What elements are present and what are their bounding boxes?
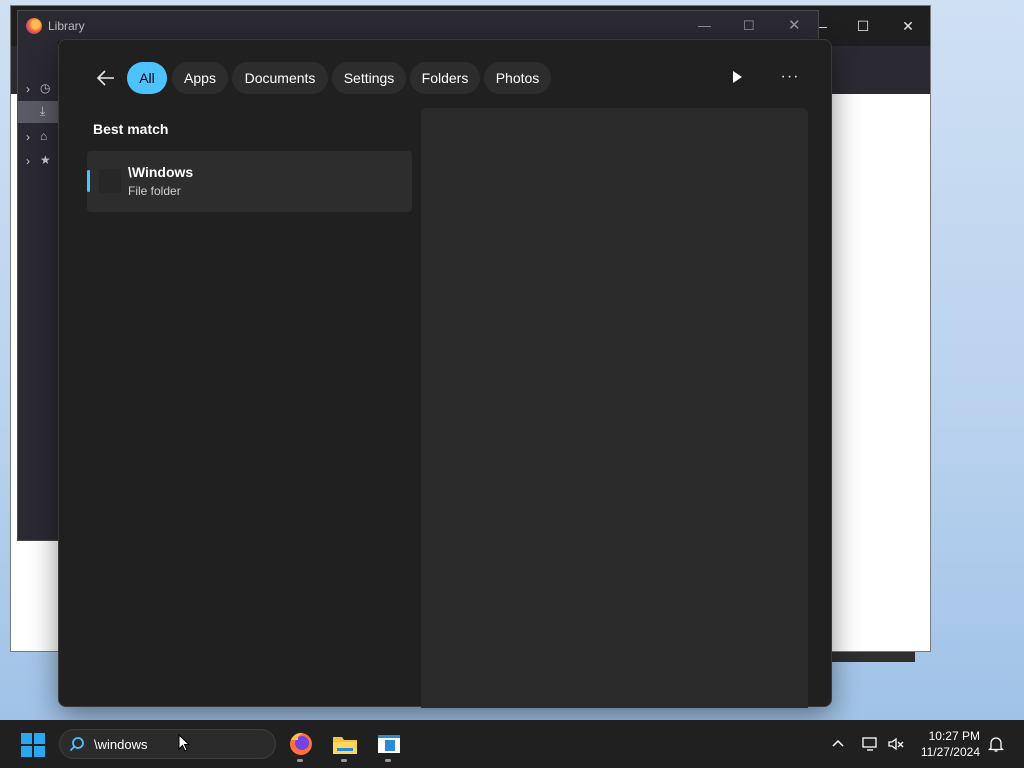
firefox-icon: [26, 18, 42, 34]
tags-icon: ⌂: [40, 129, 48, 143]
chevron-right-icon[interactable]: ›: [26, 130, 30, 144]
folder-icon: [99, 169, 121, 193]
chevron-right-icon[interactable]: ›: [26, 82, 30, 96]
taskbar-search-box[interactable]: [59, 729, 276, 759]
windows-logo-icon: [21, 733, 45, 757]
result-subtitle: File folder: [128, 184, 181, 198]
library-minimize-icon[interactable]: —: [698, 18, 711, 33]
library-titlebar: Library — ☐ ✕: [18, 11, 818, 41]
best-match-result[interactable]: \Windows File folder: [87, 151, 412, 212]
running-indicator: [385, 759, 391, 762]
taskbar: 10:27 PM 11/27/2024: [0, 720, 1024, 768]
running-indicator: [297, 759, 303, 762]
library-close-icon[interactable]: ✕: [788, 16, 801, 34]
volume-muted-icon[interactable]: [886, 734, 906, 754]
file-explorer-icon: [333, 737, 357, 754]
selection-indicator: [87, 170, 90, 192]
chevron-right-icon[interactable]: ›: [26, 154, 30, 168]
clock-date[interactable]: 11/27/2024: [912, 745, 980, 759]
browser-statusbar: [831, 652, 915, 662]
result-title: \Windows: [128, 164, 194, 180]
clock-time[interactable]: 10:27 PM: [918, 729, 980, 743]
running-indicator: [341, 759, 347, 762]
filter-all[interactable]: All: [127, 62, 167, 94]
filter-apps[interactable]: Apps: [172, 62, 228, 94]
tree-item-bookmarks[interactable]: › ★: [18, 150, 58, 172]
result-preview-pane: [421, 108, 808, 708]
play-icon[interactable]: [727, 67, 747, 87]
maximize-icon[interactable]: ☐: [855, 18, 871, 34]
library-title: Library: [48, 19, 85, 33]
taskbar-app-firefox[interactable]: [285, 728, 317, 762]
close-icon[interactable]: ✕: [900, 18, 916, 34]
start-button[interactable]: [21, 733, 45, 757]
bookmarks-star-icon: ★: [40, 153, 51, 167]
back-arrow-icon[interactable]: [95, 67, 117, 89]
show-hidden-icons-chevron-icon[interactable]: [828, 734, 848, 754]
library-maximize-icon[interactable]: ☐: [743, 18, 755, 34]
downloads-icon: ⤓: [40, 104, 46, 118]
library-sidebar-tree: › ◷ ⤓ › ⌂ › ★: [18, 41, 58, 540]
notification-bell-icon[interactable]: [986, 734, 1006, 754]
notepad-icon: [378, 735, 400, 753]
firefox-icon: [290, 732, 312, 755]
tree-item-tags[interactable]: › ⌂: [18, 126, 58, 148]
filter-settings[interactable]: Settings: [332, 62, 406, 94]
taskbar-app-notepad[interactable]: [373, 728, 405, 762]
more-options-icon[interactable]: ···: [779, 67, 801, 87]
filter-documents[interactable]: Documents: [232, 62, 328, 94]
windows-search-panel: All Apps Documents Settings Folders Phot…: [58, 39, 832, 708]
tree-item-downloads[interactable]: ⤓: [18, 101, 58, 123]
best-match-heading: Best match: [93, 121, 169, 137]
tree-item-history[interactable]: › ◷: [18, 78, 58, 100]
history-icon: ◷: [40, 81, 51, 95]
search-icon: [69, 736, 85, 752]
taskbar-app-file-explorer[interactable]: [329, 728, 361, 762]
filter-folders[interactable]: Folders: [410, 62, 480, 94]
mouse-cursor-icon: [178, 733, 191, 752]
filter-photos[interactable]: Photos: [484, 62, 551, 94]
network-icon[interactable]: [860, 734, 880, 754]
